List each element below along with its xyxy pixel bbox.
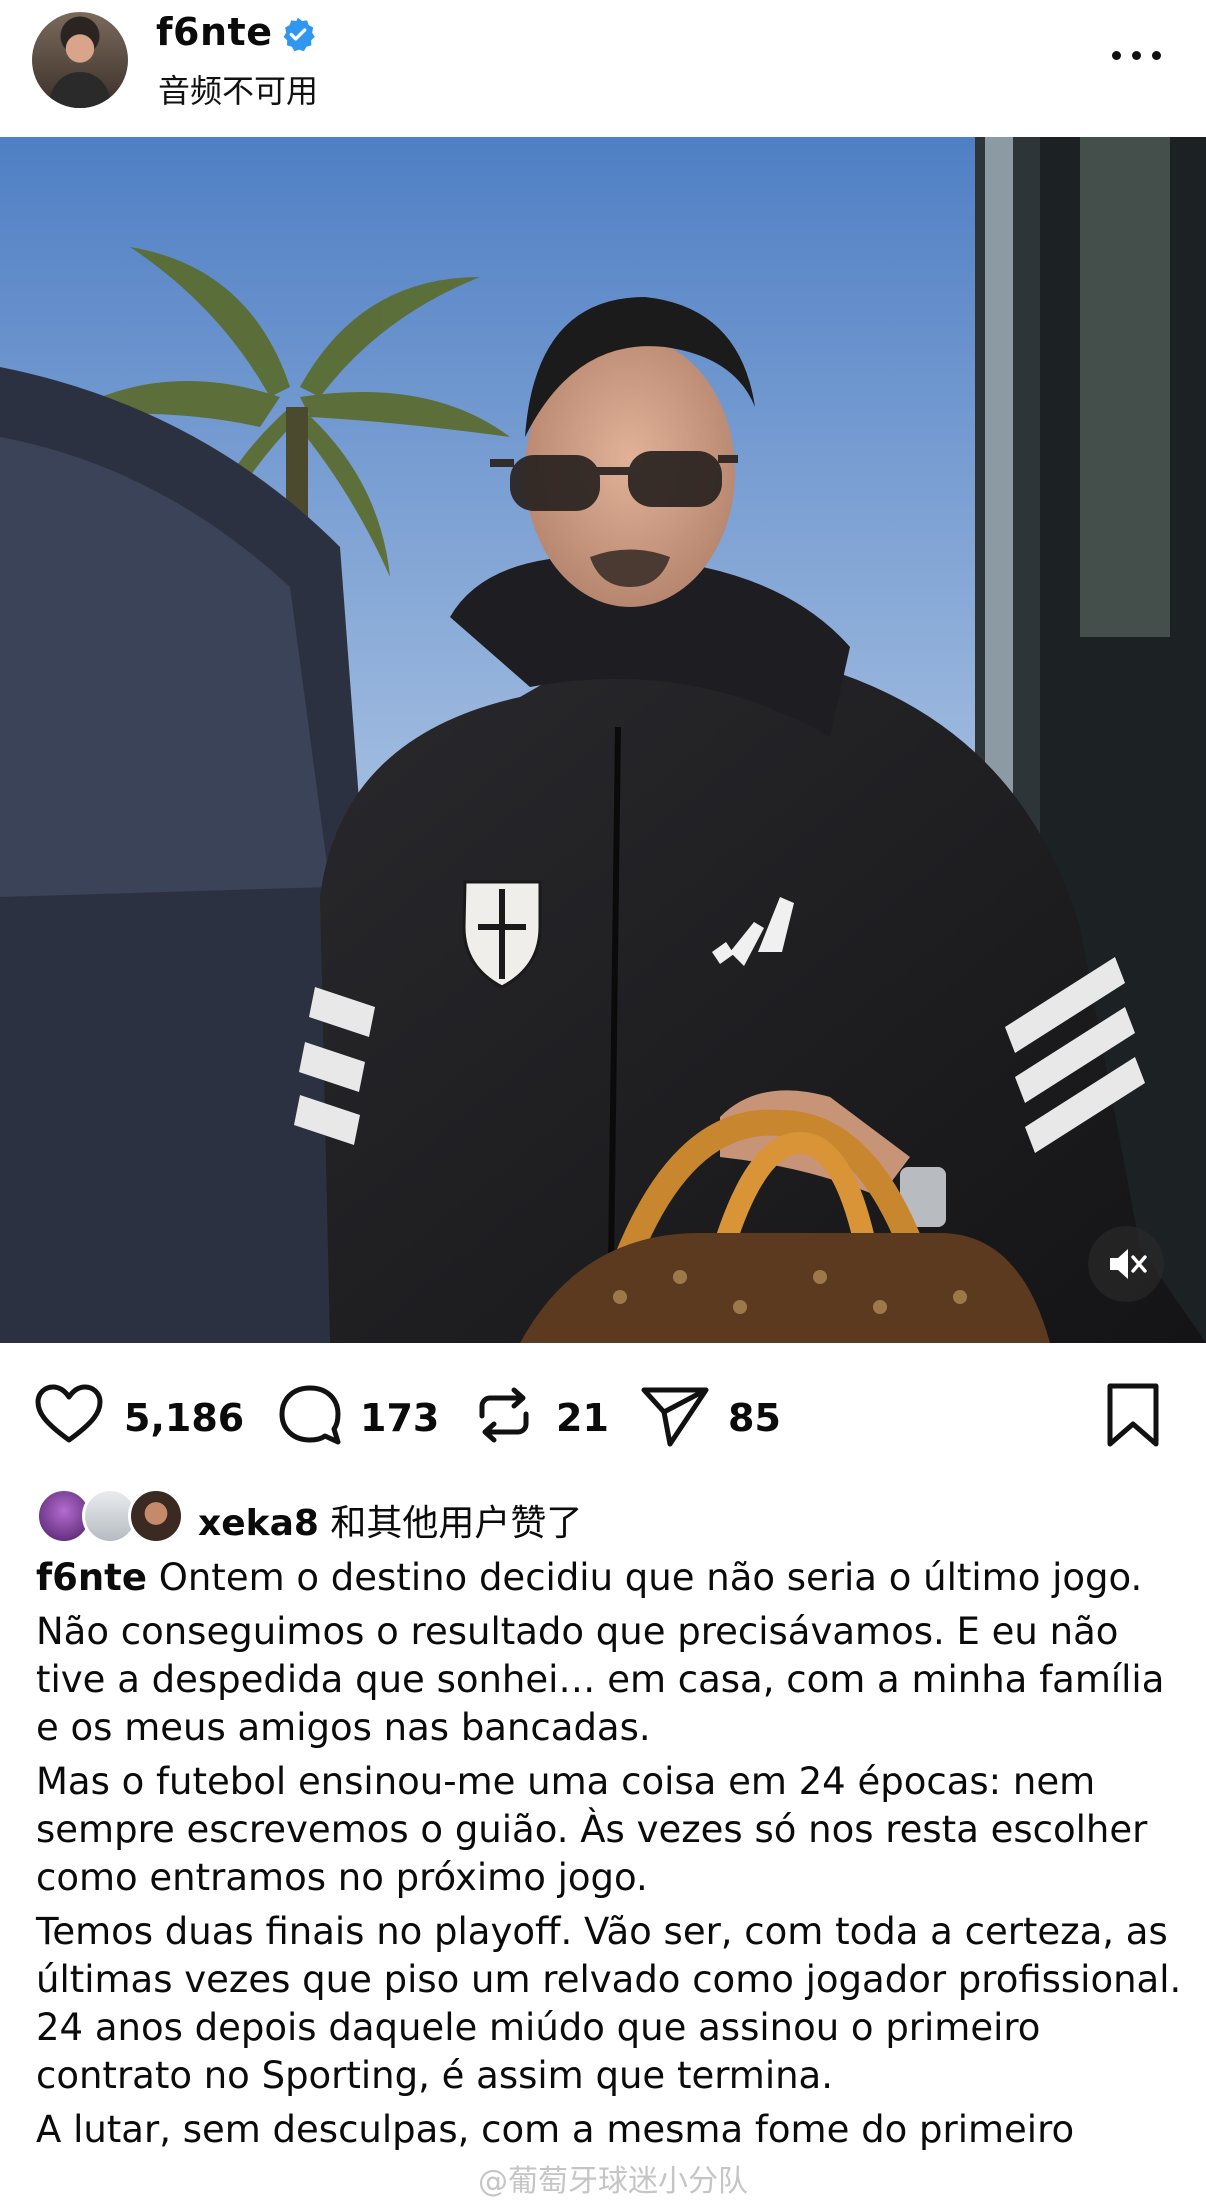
like-count: 5,186 [124,1396,245,1440]
share-button[interactable]: 85 [640,1382,790,1448]
save-button[interactable] [1104,1382,1164,1448]
share-count: 85 [728,1396,781,1440]
post-photo[interactable] [0,137,1206,1343]
caption-paragraph: A lutar, sem desculpas, com a mesma fome… [36,2108,1075,2151]
caption-paragraph: f6nte Ontem o destino decidiu que não se… [36,1554,1186,1602]
caption-paragraph: Temos duas finais no playoff. Vão ser, c… [36,1910,1182,2097]
comment-count: 173 [360,1396,440,1440]
verified-badge-icon [283,17,315,52]
profile-avatar[interactable] [32,12,128,108]
liked-by-user[interactable]: xeka8 [198,1503,319,1544]
repost-count: 21 [556,1396,609,1440]
liker-avatar [128,1488,184,1544]
liked-by[interactable]: xeka8 和其他用户赞了 [36,1486,1186,1550]
post-image [0,137,1206,1343]
speaker-muted-icon [1110,1249,1147,1279]
comment-button[interactable]: 173 [276,1382,446,1448]
liked-by-text: xeka8 和其他用户赞了 [198,1494,582,1546]
caption-text: Ontem o destino decidiu que não seria o … [158,1556,1143,1599]
repost-button[interactable]: 21 [472,1382,612,1448]
post-header: f6nte 音频不可用 [0,0,1206,137]
username[interactable]: f6nte [156,10,272,54]
caption-username[interactable]: f6nte [36,1556,147,1599]
repost-icon [479,1387,529,1443]
more-horizontal-icon[interactable] [1112,48,1168,64]
action-bar: 5,186 173 21 85 [0,1370,1206,1460]
liked-by-suffix: 和其他用户赞了 [318,1503,583,1544]
heart-icon [35,1384,103,1443]
caption-paragraph: Mas o futebol ensinou-me uma coisa em 24… [36,1760,1148,1899]
mute-button[interactable] [1088,1226,1164,1302]
comment-icon [279,1385,341,1445]
like-button[interactable]: 5,186 [34,1382,244,1448]
audio-status: 音频不可用 [158,72,319,110]
bookmark-icon [1107,1383,1159,1447]
send-icon [641,1387,709,1447]
caption-paragraph: Não conseguimos o resultado que precisáv… [36,1610,1165,1749]
post-caption: f6nte Ontem o destino decidiu que não se… [36,1554,1186,2160]
watermark: @葡萄牙球迷小分队 [478,2164,748,2199]
